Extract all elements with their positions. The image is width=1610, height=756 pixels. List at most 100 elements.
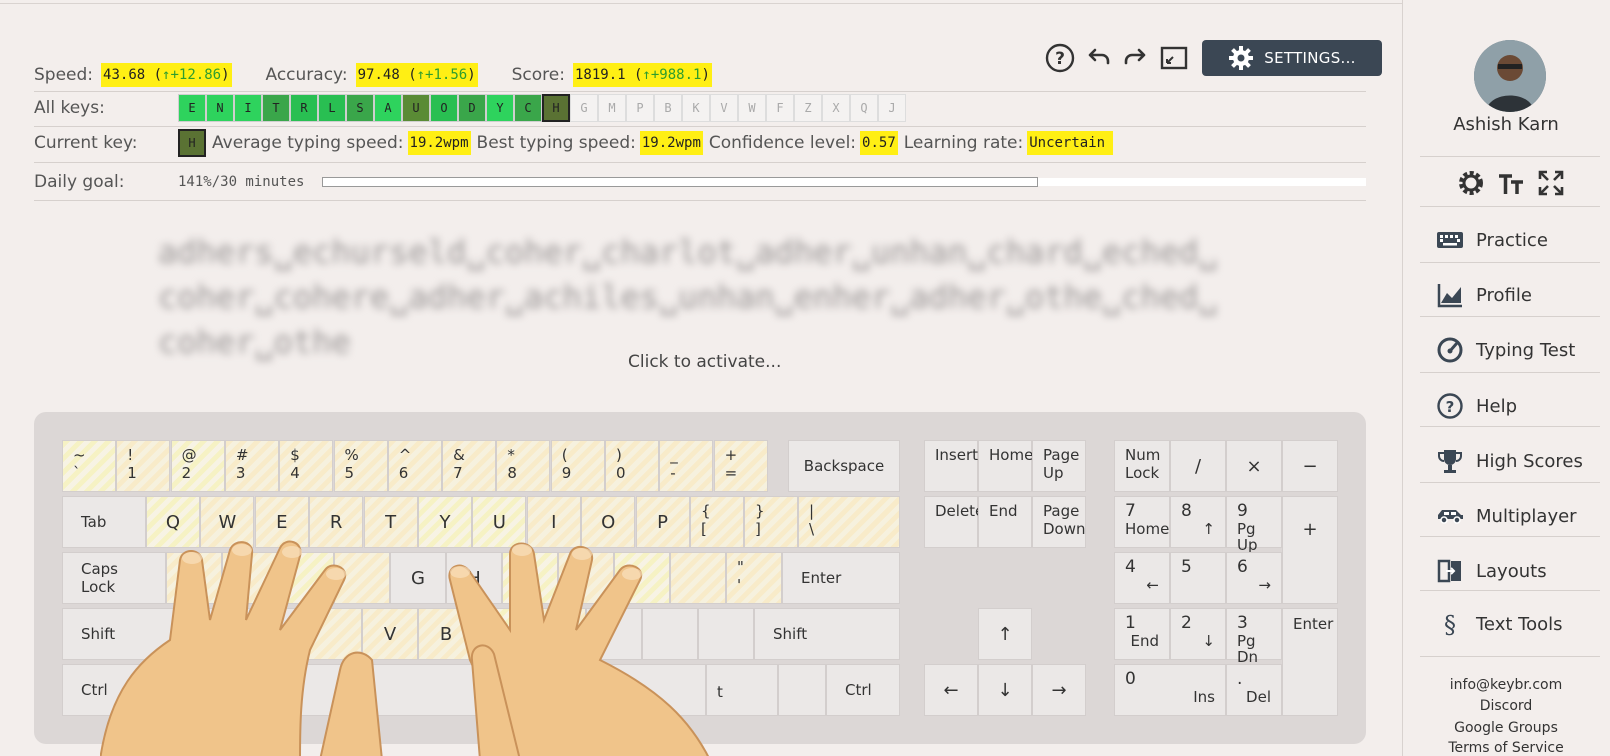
sidebar-item-profile[interactable]: Profile — [1436, 275, 1596, 315]
score-value: 1819.1 (↑+988.1) — [572, 63, 712, 87]
divider — [1420, 262, 1600, 263]
divider — [1420, 536, 1600, 537]
key-chip: H — [542, 94, 570, 122]
username[interactable]: Ashish Karn — [1402, 114, 1610, 135]
divider — [34, 91, 1366, 92]
speed-label: Speed: — [34, 65, 94, 85]
all-keys-row: All keys: ENITRLSAUODYCHGMPBKVWFZXQJ — [34, 94, 1366, 122]
hands-illustration — [100, 540, 710, 756]
key-row1: (9 — [550, 440, 605, 492]
key-chip: I — [234, 94, 262, 122]
key-row1: * 8 — [496, 440, 551, 492]
best-speed-value: 19.2wpm — [639, 131, 703, 155]
divider — [1420, 156, 1600, 157]
chart-icon — [1437, 284, 1462, 308]
divider — [1420, 316, 1600, 317]
score-label: Score: — [511, 65, 565, 85]
key-chip: C — [514, 94, 542, 122]
key-arrow-left: ← — [924, 664, 978, 716]
key-chip: W — [738, 94, 766, 122]
key-chip: R — [290, 94, 318, 122]
sidebar-item-label: Help — [1476, 395, 1518, 417]
key-arrow-down: ↓ — [978, 664, 1032, 716]
lesson-text[interactable]: adhers␣echurseld␣coher␣charlot␣adher␣unh… — [158, 230, 1218, 365]
key-num-9: 9 Pg Up — [1226, 496, 1282, 553]
divider — [34, 126, 1366, 127]
avg-speed-value: 19.2wpm — [407, 131, 471, 155]
sidebar-item-layouts[interactable]: Layouts — [1436, 551, 1596, 591]
key-chip: Z — [794, 94, 822, 122]
key-chip: Y — [486, 94, 514, 122]
key-num-plus: + — [1282, 496, 1338, 604]
key-num-8: 8 ↑ — [1170, 496, 1226, 548]
key-delete: Delete — [924, 496, 984, 548]
sidebar-item-label: Profile — [1476, 284, 1532, 306]
lesson-line: coher␣cohere␣adher␣achiles␣unhan␣enher␣a… — [158, 278, 1218, 316]
key-chip: L — [318, 94, 346, 122]
divider — [1420, 482, 1600, 483]
key-home: Home — [978, 440, 1033, 492]
best-speed-label: Best typing speed: — [476, 133, 636, 153]
sidebar-item-practice[interactable]: Practice — [1436, 220, 1596, 260]
sidebar-item-typing-test[interactable]: Typing Test — [1436, 330, 1596, 370]
key-row1: @2 — [170, 440, 225, 492]
key-num-0: 0 Ins — [1114, 664, 1226, 716]
key-ctrl-right: Ctrl — [826, 664, 900, 716]
sidebar-item-label: High Scores — [1476, 450, 1583, 472]
key-num-1: 1 End — [1114, 608, 1170, 660]
key-chip: S — [346, 94, 374, 122]
key-chip: O — [430, 94, 458, 122]
key-num-lock: Num Lock — [1114, 440, 1170, 492]
sidebar-item-label: Typing Test — [1476, 339, 1576, 361]
key-num-multiply: × — [1226, 440, 1282, 492]
footer-email-link[interactable]: info@keybr.com — [1402, 677, 1610, 693]
key-num-5: 5 — [1170, 552, 1226, 604]
key-num-4: 4 ← — [1114, 552, 1170, 604]
key-row1: _ - — [659, 440, 714, 492]
key-chip: K — [682, 94, 710, 122]
footer-google-groups-link[interactable]: Google Groups — [1402, 720, 1610, 736]
key-chip: Q — [850, 94, 878, 122]
key-num-7: 7 Home — [1114, 496, 1170, 548]
all-keys-label: All keys: — [34, 98, 105, 118]
key-chip: N — [206, 94, 234, 122]
daily-goal-progress — [322, 177, 1039, 187]
sidebar-item-multiplayer[interactable]: Multiplayer — [1436, 496, 1596, 536]
sidebar-item-help[interactable]: ? Help — [1436, 386, 1596, 426]
key-arrow-right: → — [1032, 664, 1086, 716]
main-area: ? SETTINGS... Speed: 43.68 (↑+12.86) Acc… — [0, 0, 1402, 756]
key-row1: ~ ` — [62, 440, 116, 492]
sidebar-item-label: Practice — [1476, 229, 1548, 251]
avatar[interactable] — [1474, 40, 1546, 112]
key-chip: A — [374, 94, 402, 122]
footer-terms-link[interactable]: Terms of Service — [1402, 740, 1610, 756]
key-row1: % 5 — [333, 440, 388, 492]
learning-rate-value: Uncertain — [1027, 131, 1114, 155]
key-row1: & 7 — [442, 440, 497, 492]
footer-discord-link[interactable]: Discord — [1402, 698, 1610, 714]
keyboard-icon — [1437, 232, 1463, 248]
car-icon — [1438, 510, 1463, 524]
accuracy-value: 97.48 (↑+1.56) — [355, 63, 478, 87]
sidebar-item-high-scores[interactable]: High Scores — [1436, 441, 1596, 481]
font-size-icon[interactable] — [1496, 168, 1526, 198]
key-num-6: 6 → — [1226, 552, 1282, 604]
expand-icon[interactable] — [1536, 168, 1566, 198]
key-num-enter: Enter — [1282, 608, 1338, 716]
speed-value: 43.68 (↑+12.86) — [101, 63, 232, 87]
section-icon: § — [1444, 611, 1456, 638]
key-row1: + = — [713, 440, 768, 492]
activate-prompt[interactable]: Click to activate... — [628, 352, 781, 372]
key-chip: P — [626, 94, 654, 122]
key-symbol: | \ — [798, 496, 900, 548]
key-backspace: Backspace — [788, 440, 900, 492]
daily-goal-label: Daily goal: — [34, 172, 125, 192]
key-chip: F — [766, 94, 794, 122]
divider — [34, 162, 1366, 163]
learning-rate-label: Learning rate: — [903, 133, 1024, 153]
key-chip: M — [598, 94, 626, 122]
divider — [1420, 426, 1600, 427]
theme-gear-icon[interactable] — [1456, 168, 1486, 198]
sidebar-item-text-tools[interactable]: § Text Tools — [1436, 604, 1596, 644]
key-insert: Insert — [924, 440, 978, 492]
